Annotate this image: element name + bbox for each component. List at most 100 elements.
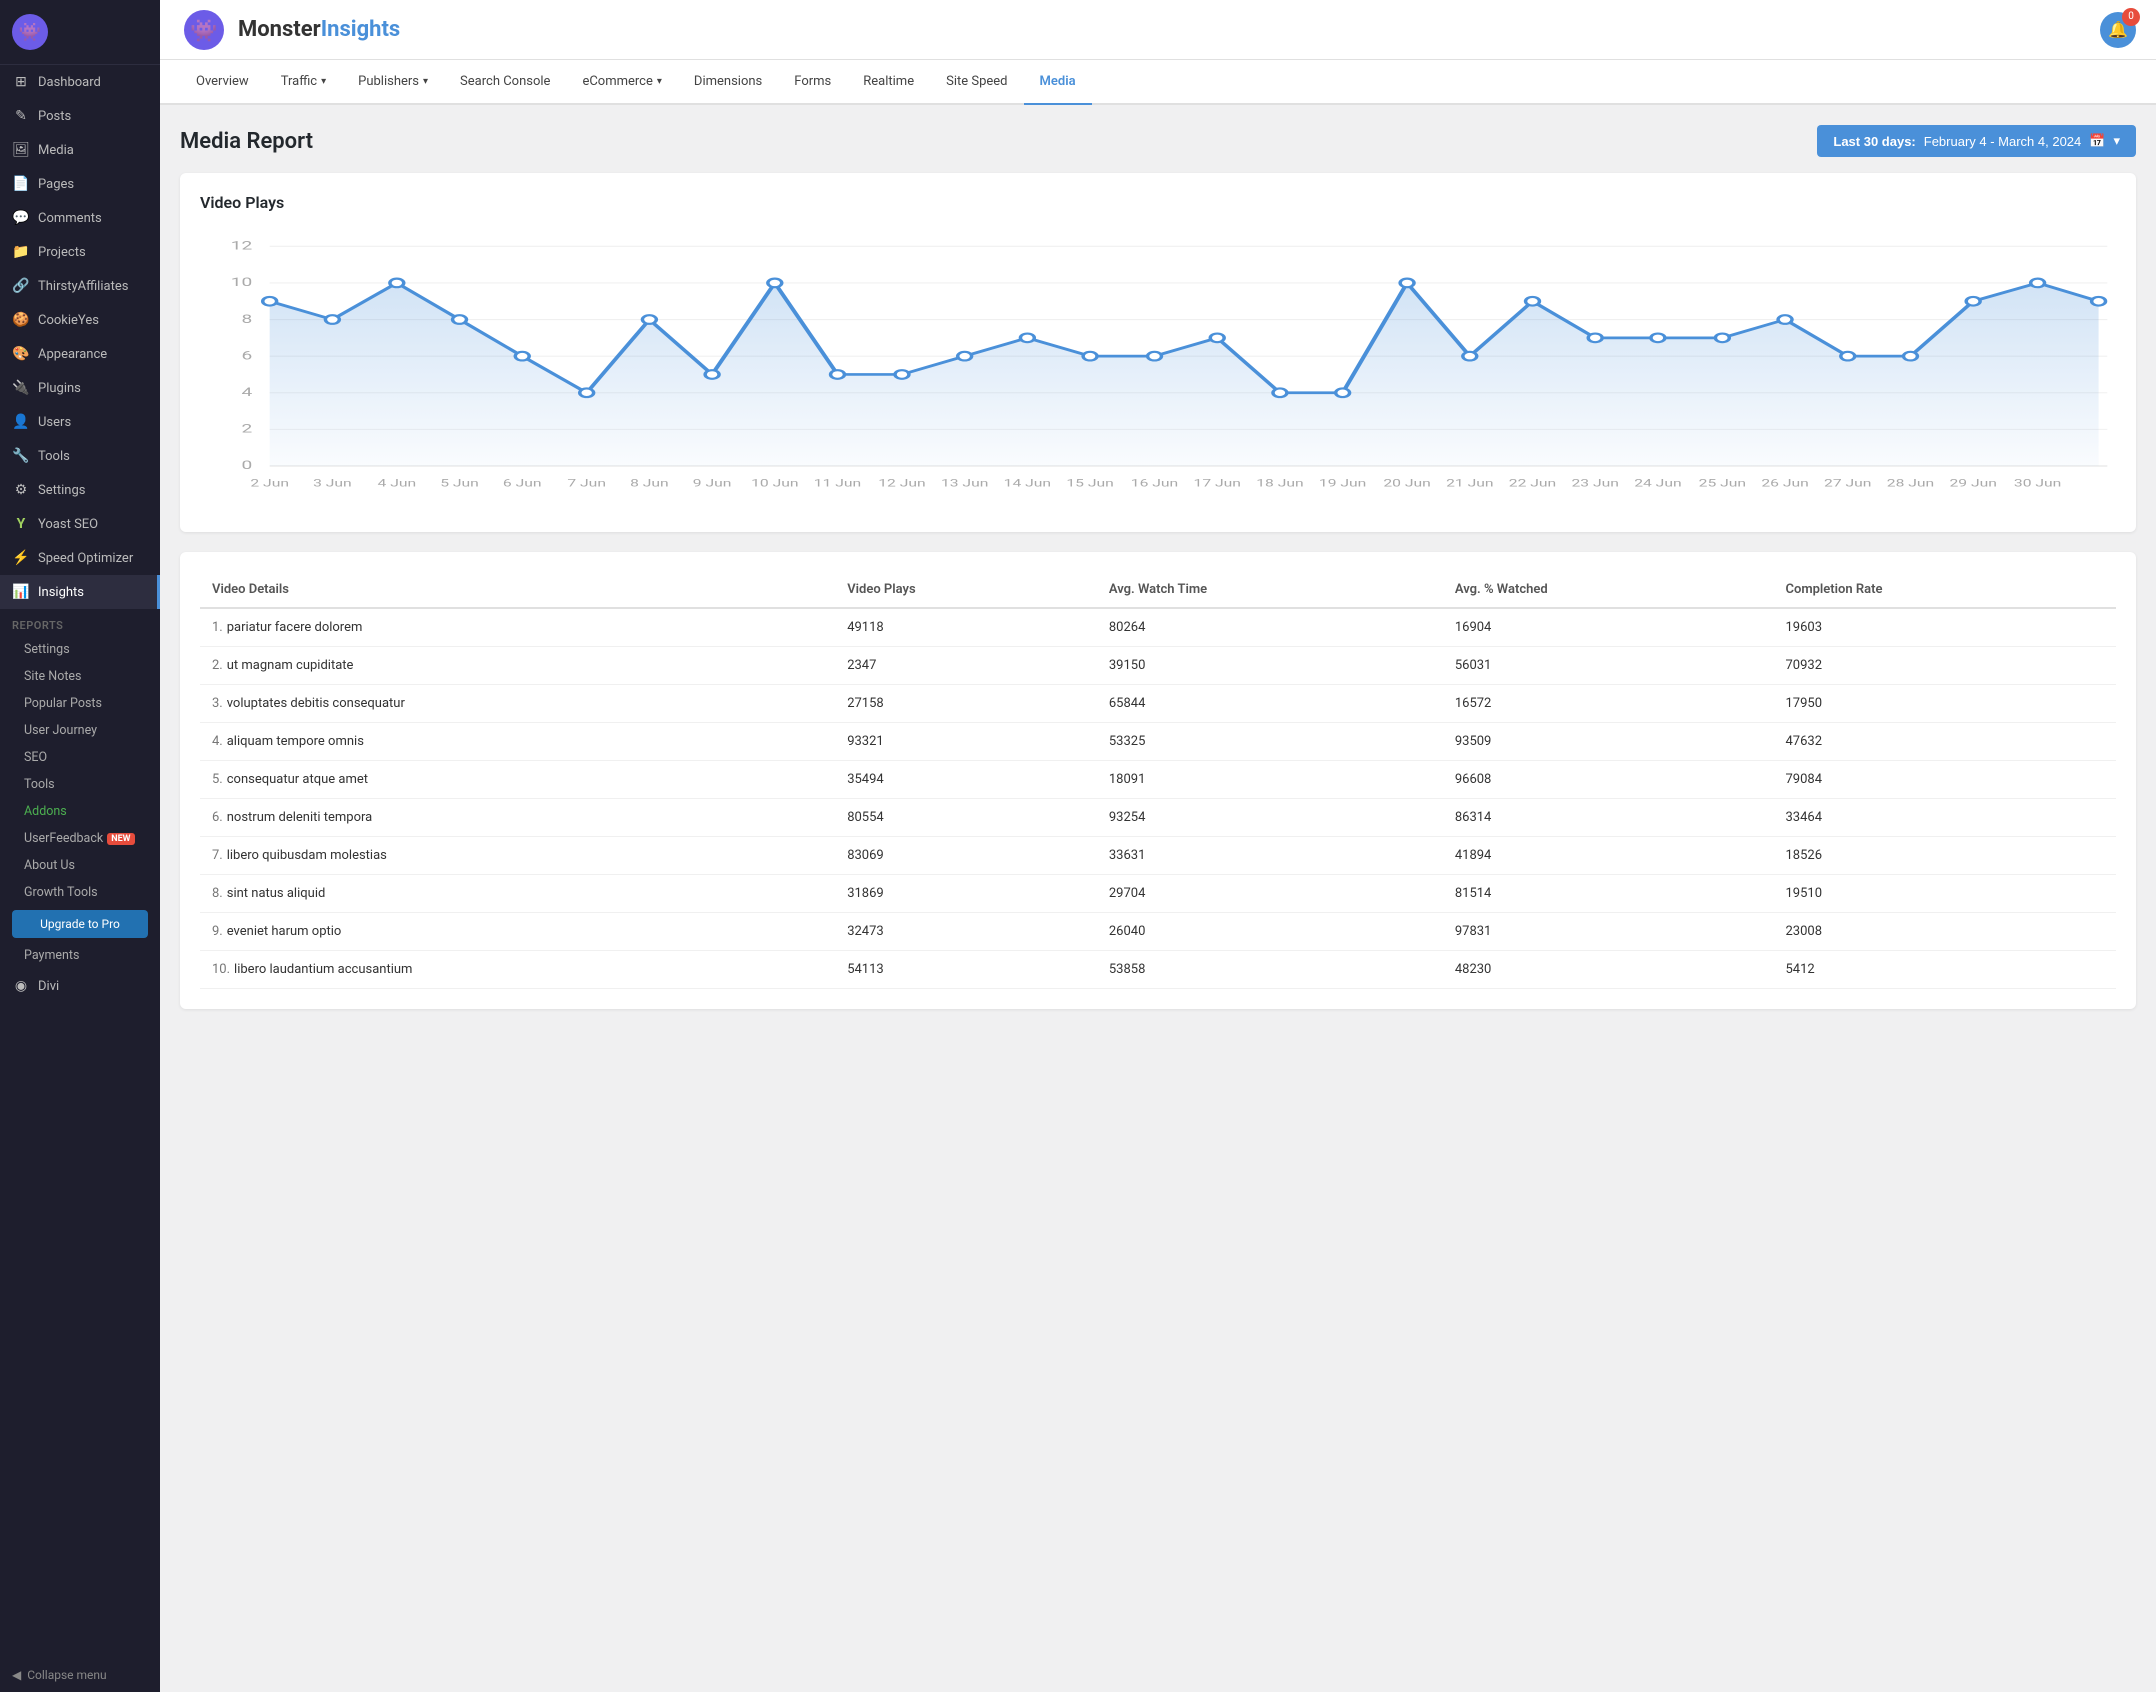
sidebar-item-speed-optimizer[interactable]: ⚡ Speed Optimizer (0, 541, 160, 575)
date-range-value: February 4 - March 4, 2024 (1924, 134, 2082, 149)
sidebar-item-thirstyaffiliates[interactable]: 🔗 ThirstyAffiliates (0, 269, 160, 303)
cell-video-details: 5.consequatur atque amet (200, 761, 835, 799)
sidebar-sub-item-seo[interactable]: SEO (0, 744, 160, 771)
video-name: consequatur atque amet (227, 772, 368, 787)
chevron-down-icon: ▾ (2113, 133, 2120, 149)
sidebar-sub-item-site-notes[interactable]: Site Notes (0, 663, 160, 690)
svg-text:👾: 👾 (190, 19, 217, 44)
cell-pct-watched: 41894 (1443, 837, 1774, 875)
row-number: 2. (212, 658, 223, 673)
notification-button[interactable]: 🔔 0 (2100, 12, 2136, 48)
tab-ecommerce[interactable]: eCommerce ▾ (566, 60, 677, 105)
table-row: 10.libero laudantium accusantium 54113 5… (200, 951, 2116, 989)
sidebar-item-plugins[interactable]: 🔌 Plugins (0, 371, 160, 405)
svg-text:10: 10 (231, 275, 253, 289)
insights-icon: 📊 (12, 584, 30, 600)
upgrade-to-pro-button[interactable]: Upgrade to Pro (12, 910, 148, 938)
tab-forms[interactable]: Forms (778, 60, 847, 105)
sidebar-sub-item-payments[interactable]: Payments (0, 942, 160, 969)
cell-completion: 47632 (1773, 723, 2116, 761)
svg-text:20 Jun: 20 Jun (1383, 478, 1430, 489)
video-plays-chart: 12 10 8 6 4 2 0 (200, 228, 2116, 508)
table-row: 7.libero quibusdam molestias 83069 33631… (200, 837, 2116, 875)
cell-watch-time: 80264 (1097, 608, 1443, 647)
cell-completion: 70932 (1773, 647, 2116, 685)
svg-text:24 Jun: 24 Jun (1634, 478, 1681, 489)
cell-video-details: 10.libero laudantium accusantium (200, 951, 835, 989)
svg-text:10 Jun: 10 Jun (751, 478, 798, 489)
date-range-button[interactable]: Last 30 days: February 4 - March 4, 2024… (1817, 125, 2136, 157)
sidebar-sub-item-tools[interactable]: Tools (0, 771, 160, 798)
cell-watch-time: 26040 (1097, 913, 1443, 951)
divi-icon: ◉ (12, 978, 30, 994)
sidebar-item-pages[interactable]: 📄 Pages (0, 167, 160, 201)
sidebar-sub-item-user-journey[interactable]: User Journey (0, 717, 160, 744)
report-title: Media Report (180, 129, 313, 154)
plugins-icon: 🔌 (12, 380, 30, 396)
brand-monster: Monster (238, 17, 321, 42)
tab-site-speed[interactable]: Site Speed (930, 60, 1023, 105)
cell-completion: 23008 (1773, 913, 2116, 951)
svg-text:21 Jun: 21 Jun (1446, 478, 1493, 489)
topbar-right: 🔔 0 (2100, 12, 2136, 48)
video-name: libero quibusdam molestias (227, 848, 387, 863)
svg-text:11 Jun: 11 Jun (814, 478, 861, 489)
topbar-logo: 👾 MonsterInsights (180, 6, 400, 54)
svg-text:22 Jun: 22 Jun (1509, 478, 1556, 489)
col-avg-watch-time: Avg. Watch Time (1097, 572, 1443, 608)
tab-search-console[interactable]: Search Console (444, 60, 566, 105)
tab-traffic[interactable]: Traffic ▾ (265, 60, 342, 105)
sidebar-item-divi[interactable]: ◉ Divi (0, 969, 160, 1003)
settings-icon: ⚙ (12, 482, 30, 498)
sidebar-item-projects[interactable]: 📁 Projects (0, 235, 160, 269)
sidebar-item-comments[interactable]: 💬 Comments (0, 201, 160, 235)
svg-text:29 Jun: 29 Jun (1949, 478, 1996, 489)
sidebar-item-users[interactable]: 👤 Users (0, 405, 160, 439)
video-name: libero laudantium accusantium (234, 962, 412, 977)
sidebar-item-dashboard[interactable]: ⊞ Dashboard (0, 65, 160, 99)
sidebar-sub-item-about-us[interactable]: About Us (0, 852, 160, 879)
cell-completion: 19603 (1773, 608, 2116, 647)
row-number: 9. (212, 924, 223, 939)
cell-completion: 18526 (1773, 837, 2116, 875)
sidebar-item-appearance[interactable]: 🎨 Appearance (0, 337, 160, 371)
cell-video-details: 1.pariatur facere dolorem (200, 608, 835, 647)
collapse-menu-button[interactable]: ◀ Collapse menu (0, 1658, 160, 1692)
sidebar-item-media[interactable]: 🖼 Media (0, 133, 160, 167)
sidebar-item-posts[interactable]: ✎ Posts (0, 99, 160, 133)
table-header: Video Details Video Plays Avg. Watch Tim… (200, 572, 2116, 608)
svg-text:17 Jun: 17 Jun (1194, 478, 1241, 489)
tab-publishers[interactable]: Publishers ▾ (342, 60, 444, 105)
video-name: eveniet harum optio (227, 924, 342, 939)
cell-video-details: 4.aliquam tempore omnis (200, 723, 835, 761)
comments-icon: 💬 (12, 210, 30, 226)
sidebar-item-settings[interactable]: ⚙ Settings (0, 473, 160, 507)
tab-realtime[interactable]: Realtime (847, 60, 930, 105)
svg-text:18 Jun: 18 Jun (1256, 478, 1303, 489)
sidebar-sub-item-settings[interactable]: Settings (0, 636, 160, 663)
sidebar-item-yoast-seo[interactable]: Y Yoast SEO (0, 507, 160, 541)
row-number: 7. (212, 848, 223, 863)
sidebar-sub-item-growth-tools[interactable]: Growth Tools (0, 879, 160, 906)
content-area: Media Report Last 30 days: February 4 - … (160, 105, 2156, 1692)
cell-completion: 5412 (1773, 951, 2116, 989)
tab-dimensions[interactable]: Dimensions (678, 60, 778, 105)
sidebar-sub-item-userfeedback[interactable]: UserFeedback NEW (0, 825, 160, 852)
cell-watch-time: 53858 (1097, 951, 1443, 989)
tab-media[interactable]: Media (1024, 60, 1092, 105)
sidebar-item-cookieyes[interactable]: 🍪 CookieYes (0, 303, 160, 337)
sidebar-item-tools[interactable]: 🔧 Tools (0, 439, 160, 473)
cell-pct-watched: 48230 (1443, 951, 1774, 989)
sidebar-item-insights[interactable]: 📊 Insights (0, 575, 160, 609)
sidebar: 👾 ⊞ Dashboard ✎ Posts 🖼 Media 📄 Pages 💬 … (0, 0, 160, 1692)
sidebar-sub-item-addons[interactable]: Addons (0, 798, 160, 825)
svg-text:2: 2 (241, 421, 252, 435)
table-body: 1.pariatur facere dolorem 49118 80264 16… (200, 608, 2116, 989)
sidebar-sub-item-popular-posts[interactable]: Popular Posts (0, 690, 160, 717)
appearance-icon: 🎨 (12, 346, 30, 362)
topbar: 👾 MonsterInsights 🔔 0 (160, 0, 2156, 60)
cell-video-details: 6.nostrum deleniti tempora (200, 799, 835, 837)
tab-overview[interactable]: Overview (180, 60, 265, 105)
svg-text:8: 8 (241, 312, 252, 326)
svg-text:28 Jun: 28 Jun (1887, 478, 1934, 489)
